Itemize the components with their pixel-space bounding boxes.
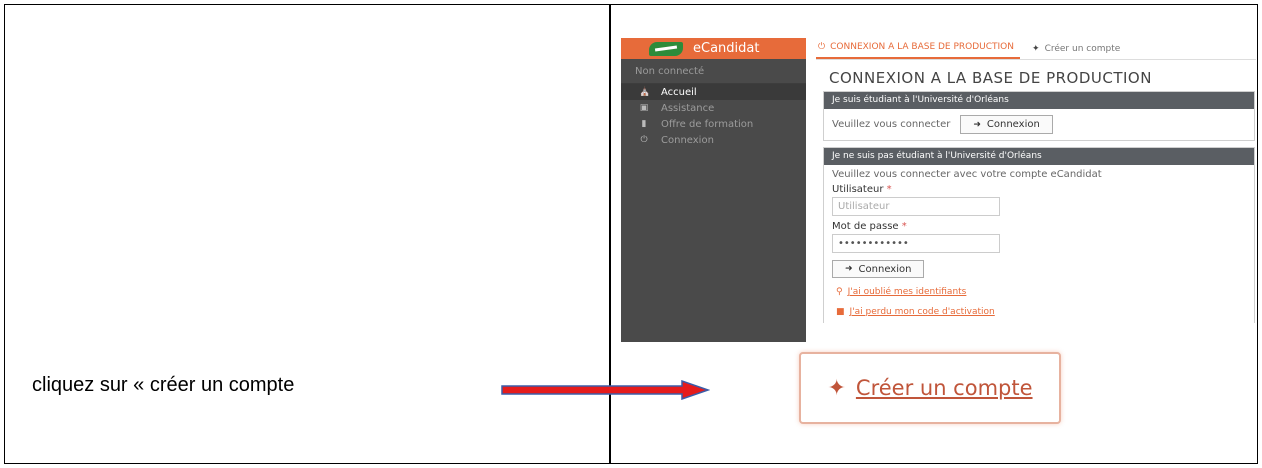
panel-heading: Je ne suis pas étudiant à l'Université d… (824, 148, 1254, 165)
button-label: Connexion (986, 119, 1040, 130)
sidebar-item-accueil[interactable]: ⛪ Accueil (621, 84, 806, 100)
tab-bar: ⏻ CONNEXION A LA BASE DE PRODUCTION ✦ Cr… (816, 38, 1256, 60)
lost-code-link[interactable]: ■ J'ai perdu mon code d'activation (836, 307, 995, 317)
sidebar-item-offre-de-formation[interactable]: ▮ Offre de formation (621, 116, 806, 132)
sign-in-icon: ➜ (845, 264, 853, 274)
sidebar-item-label: Assistance (661, 102, 715, 114)
password-field-label: Mot de passe * (832, 221, 907, 232)
panel-body: Veuillez vous connecter ➜ Connexion (824, 109, 1254, 140)
login-prompt: Veuillez vous connecter avec votre compt… (832, 169, 1102, 180)
sidebar-item-label: Accueil (661, 86, 697, 98)
support-icon: ▣ (639, 103, 649, 113)
other-login-panel: Je ne suis pas étudiant à l'Université d… (823, 147, 1255, 323)
magic-wand-icon: ✦ (827, 375, 846, 400)
forgot-ids-link[interactable]: ⚲ J'ai oublié mes identifiants (836, 287, 966, 297)
home-icon: ⛪ (639, 87, 651, 97)
panel-heading: Je suis étudiant à l'Université d'Orléan… (824, 92, 1254, 109)
user-field-label: Utilisateur * (832, 184, 892, 195)
pointer-arrow (501, 380, 710, 400)
ecandidat-screenshot: eCandidat Non connecté ⛪ Accueil ▣ Assis… (621, 38, 1256, 342)
magic-wand-icon: ✦ (1032, 44, 1040, 54)
tab-connexion[interactable]: ⏻ CONNEXION A LA BASE DE PRODUCTION (816, 42, 1021, 59)
lock-icon: ■ (836, 307, 845, 317)
create-account-label: Créer un compte (855, 376, 1033, 400)
sign-in-icon: ➜ (973, 119, 981, 130)
sidebar-item-connexion[interactable]: ⏻ Connexion (621, 132, 806, 148)
page-title: CONNEXION A LA BASE DE PRODUCTION (829, 69, 1152, 87)
logo-text: eCandidat (693, 41, 760, 56)
create-account-button[interactable]: ✦ Créer un compte (799, 352, 1061, 424)
logo-icon (649, 41, 683, 56)
button-label: Connexion (858, 263, 912, 275)
main-content: ⏻ CONNEXION A LA BASE DE PRODUCTION ✦ Cr… (816, 38, 1256, 342)
login-prompt: Veuillez vous connecter (832, 119, 951, 130)
sidebar-item-label: Offre de formation (661, 118, 754, 130)
sidebar-item-assistance[interactable]: ▣ Assistance (621, 100, 806, 116)
connection-status: Non connecté (621, 59, 806, 84)
student-login-panel: Je suis étudiant à l'Université d'Orléan… (823, 91, 1255, 141)
password-input[interactable]: •••••••••••• (832, 234, 1000, 253)
student-connexion-button[interactable]: ➜ Connexion (960, 115, 1053, 134)
sidebar-item-label: Connexion (661, 134, 714, 146)
tab-creer-un-compte[interactable]: ✦ Créer un compte (1030, 44, 1126, 59)
panel-body: Veuillez vous connecter avec votre compt… (824, 165, 1254, 323)
tab-label: CONNEXION A LA BASE DE PRODUCTION (830, 42, 1015, 52)
instruction-text: cliquez sur « créer un compte (32, 374, 295, 396)
username-input[interactable]: Utilisateur (832, 197, 1000, 216)
other-connexion-button[interactable]: ➜ Connexion (832, 260, 925, 278)
power-icon: ⏻ (818, 42, 826, 52)
app-logo[interactable]: eCandidat (621, 38, 806, 59)
sidebar: eCandidat Non connecté ⛪ Accueil ▣ Assis… (621, 38, 806, 342)
key-icon: ⚲ (836, 287, 843, 297)
tab-label: Créer un compte (1044, 44, 1121, 54)
power-icon: ⏻ (640, 135, 648, 145)
bookmark-icon: ▮ (641, 119, 647, 129)
